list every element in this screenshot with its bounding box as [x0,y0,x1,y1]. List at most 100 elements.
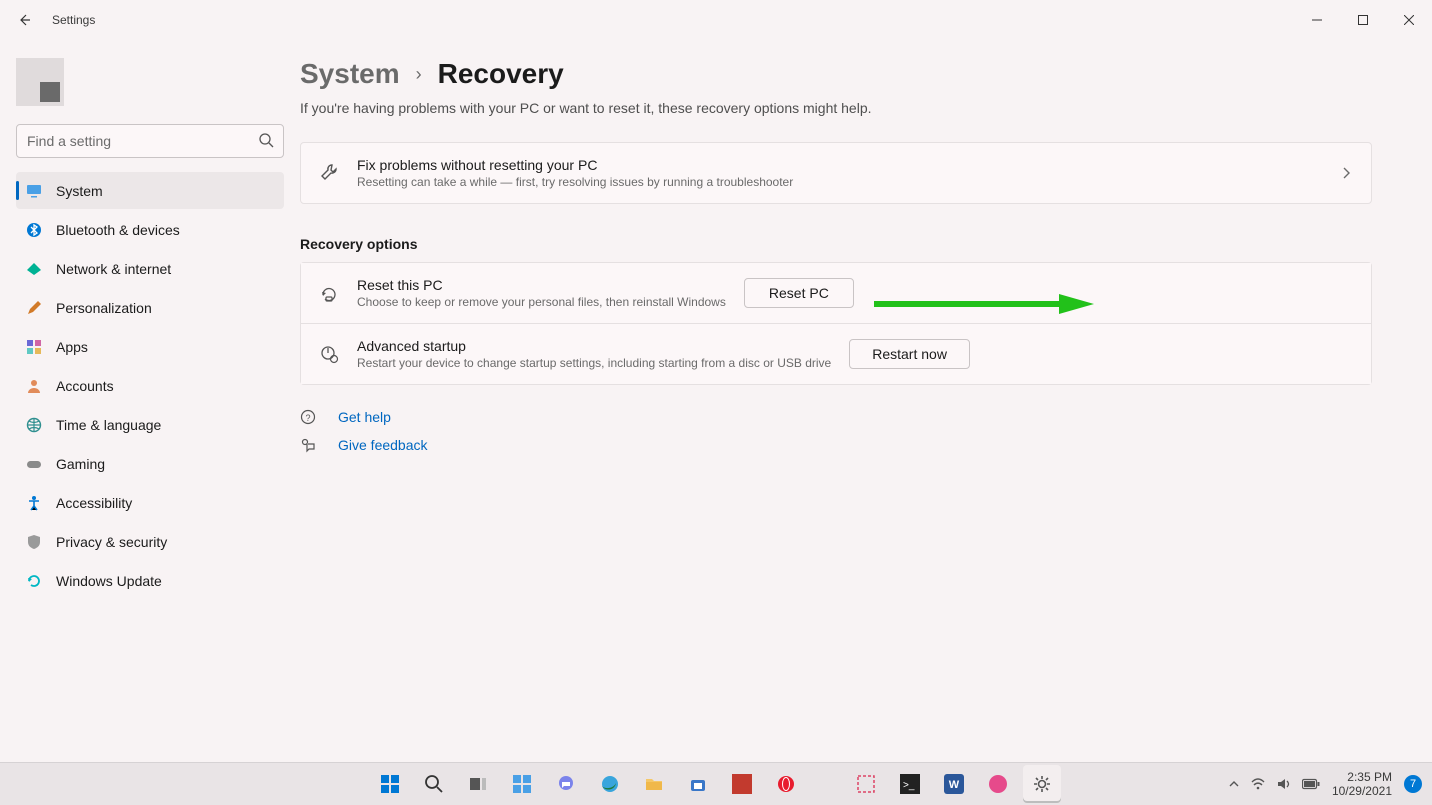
nav-accounts[interactable]: Accounts [16,367,284,404]
chevron-right-icon: › [416,64,422,85]
clock-time: 2:35 PM [1332,770,1392,784]
taskbar-store[interactable] [679,765,717,803]
nav-system[interactable]: System [16,172,284,209]
nav-label: Network & internet [56,261,171,277]
reset-pc-button[interactable]: Reset PC [744,278,854,308]
option-title: Advanced startup [357,338,831,354]
nav-apps[interactable]: Apps [16,328,284,365]
taskbar-chat[interactable] [547,765,585,803]
brush-icon [26,300,42,316]
svg-text:>_: >_ [903,780,915,791]
nav-label: Bluetooth & devices [56,222,180,238]
tray-wifi-icon[interactable] [1250,776,1266,792]
nav-label: System [56,183,103,199]
arrow-left-icon [16,12,32,28]
nav-label: Personalization [56,300,152,316]
get-help-link[interactable]: ? Get help [300,409,1372,425]
nav-bluetooth[interactable]: Bluetooth & devices [16,211,284,248]
back-button[interactable] [10,6,38,34]
edge-icon [600,774,620,794]
taskbar: >_ W 2:35 PM 10/29/2021 7 [0,762,1432,805]
sidebar: System Bluetooth & devices Network & int… [0,40,300,762]
nav-time-language[interactable]: Time & language [16,406,284,443]
tray-battery-icon[interactable] [1302,778,1320,790]
help-icon: ? [300,409,316,425]
nav-label: Privacy & security [56,534,167,550]
nav-label: Apps [56,339,88,355]
folder-icon [644,774,664,794]
give-feedback-link[interactable]: Give feedback [300,437,1372,453]
taskview-icon [468,774,488,794]
taskbar-app-pink[interactable] [979,765,1017,803]
nav-privacy[interactable]: Privacy & security [16,523,284,560]
close-button[interactable] [1386,0,1432,40]
power-gear-icon [319,344,339,364]
taskbar-terminal[interactable]: >_ [891,765,929,803]
globe-icon [26,417,42,433]
search-input[interactable] [16,124,284,158]
nav-personalization[interactable]: Personalization [16,289,284,326]
taskbar-edge[interactable] [591,765,629,803]
search-icon [258,132,274,148]
breadcrumb: System › Recovery [300,58,1372,90]
notification-badge[interactable]: 7 [1404,775,1422,793]
taskbar-taskview[interactable] [459,765,497,803]
tray-volume-icon[interactable] [1276,776,1292,792]
gear-icon [1032,774,1052,794]
taskbar-widgets[interactable] [503,765,541,803]
taskbar-settings[interactable] [1023,765,1061,803]
app-icon [732,774,752,794]
minimize-button[interactable] [1294,0,1340,40]
taskbar-search[interactable] [415,765,453,803]
nav-windows-update[interactable]: Windows Update [16,562,284,599]
app-title: Settings [52,13,95,27]
taskbar-word[interactable]: W [935,765,973,803]
nav-label: Time & language [56,417,161,433]
person-icon [26,378,42,394]
search-icon [424,774,444,794]
taskbar-snip[interactable] [847,765,885,803]
nav-accessibility[interactable]: Accessibility [16,484,284,521]
svg-text:?: ? [305,413,310,423]
taskbar-clock[interactable]: 2:35 PM 10/29/2021 [1332,770,1392,798]
content-area: System › Recovery If you're having probl… [300,40,1432,762]
chat-icon [556,774,576,794]
nav-label: Gaming [56,456,105,472]
option-title: Reset this PC [357,277,726,293]
reset-icon [319,283,339,303]
option-subtitle: Restart your device to change startup se… [357,356,831,370]
breadcrumb-parent[interactable]: System [300,58,400,90]
shield-icon [26,534,42,550]
taskbar-app-red[interactable] [723,765,761,803]
troubleshoot-card[interactable]: Fix problems without resetting your PC R… [300,142,1372,204]
restart-now-button[interactable]: Restart now [849,339,970,369]
link-label: Get help [338,409,391,425]
store-icon [688,774,708,794]
start-button[interactable] [371,765,409,803]
opera-icon [776,774,796,794]
minimize-icon [1312,15,1322,25]
taskbar-opera[interactable] [767,765,805,803]
wifi-icon [26,261,42,277]
nav-label: Accessibility [56,495,132,511]
recovery-options: Reset this PC Choose to keep or remove y… [300,262,1372,385]
chevron-right-icon [1339,166,1353,180]
nav-label: Accounts [56,378,114,394]
gamepad-icon [26,456,42,472]
tray-chevron-icon[interactable] [1228,778,1240,790]
maximize-icon [1358,15,1368,25]
taskbar-explorer[interactable] [635,765,673,803]
nav-gaming[interactable]: Gaming [16,445,284,482]
widgets-icon [512,774,532,794]
user-avatar[interactable] [16,58,64,106]
section-title: Recovery options [300,236,1372,252]
advanced-startup-row: Advanced startup Restart your device to … [301,324,1371,384]
maximize-button[interactable] [1340,0,1386,40]
page-title: Recovery [438,58,564,90]
card-title: Fix problems without resetting your PC [357,157,1321,173]
app-icon [988,774,1008,794]
snip-icon [856,774,876,794]
clock-date: 10/29/2021 [1332,784,1392,798]
nav-network[interactable]: Network & internet [16,250,284,287]
terminal-icon: >_ [900,774,920,794]
